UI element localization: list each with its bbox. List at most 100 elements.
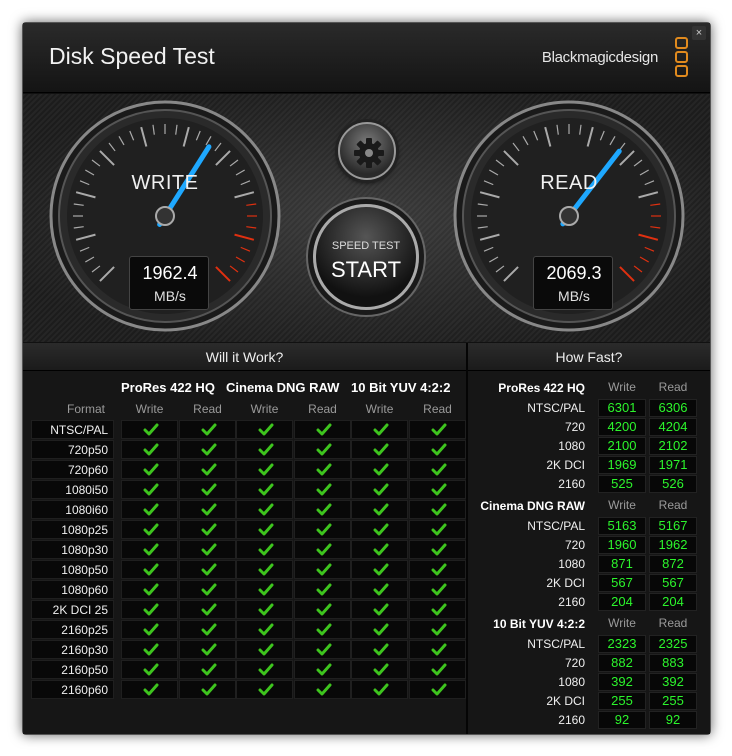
close-button[interactable]: ×	[692, 26, 706, 40]
result-cell	[179, 580, 236, 599]
result-cell	[409, 640, 466, 659]
app-window: Disk Speed Test Blackmagicdesign × WRITE…	[22, 22, 711, 735]
result-cell	[351, 620, 408, 639]
format-label: 1080i60	[65, 503, 108, 517]
result-cell	[121, 460, 178, 479]
checkmark-icon	[431, 683, 447, 696]
format-label: 720p50	[67, 443, 108, 457]
result-cell	[409, 620, 466, 639]
resolution-label: 2K DCI	[546, 576, 585, 590]
format-cell: 1080p30	[31, 540, 114, 559]
table-row: 2160 92 92	[468, 711, 710, 730]
format-label: 1080i50	[65, 483, 108, 497]
checkmark-icon	[316, 443, 332, 456]
read-fps-value: 5167	[649, 517, 697, 535]
write-fps-value: 92	[598, 711, 646, 729]
start-button-label: START	[330, 257, 402, 282]
checkmark-icon	[373, 503, 389, 516]
read-column-header: Read	[658, 380, 688, 394]
read-fps-value: 92	[649, 711, 697, 729]
write-fps-value: 567	[598, 574, 646, 592]
table-row: 2160p50	[23, 660, 466, 679]
result-cell	[179, 540, 236, 559]
checkmark-icon	[258, 543, 274, 556]
checkmark-icon	[258, 503, 274, 516]
result-cell	[351, 460, 408, 479]
result-cell	[236, 560, 293, 579]
table-row: 1080 871 872	[468, 555, 710, 574]
result-cell	[351, 580, 408, 599]
table-row: NTSC/PAL 2323 2325	[468, 635, 710, 654]
checkmark-icon	[143, 483, 159, 496]
format-label: 720p60	[67, 463, 108, 477]
resolution-label: 2160	[558, 595, 585, 609]
format-cell: 720p60	[31, 460, 114, 479]
table-row: 2160 204 204	[468, 593, 710, 612]
format-label: 1080p25	[61, 523, 108, 537]
read-fps-value: 567	[649, 574, 697, 592]
codec-header: ProRes 422 HQ	[498, 381, 585, 395]
table-row: 1080 392 392	[468, 673, 710, 692]
start-button[interactable]: SPEED TEST START	[313, 204, 419, 310]
table-row: NTSC/PAL 5163 5167	[468, 517, 710, 536]
result-cell	[409, 520, 466, 539]
read-fps-value: 6306	[649, 399, 697, 417]
checkmark-icon	[258, 563, 274, 576]
format-label: 1080p30	[61, 543, 108, 557]
result-cell	[179, 660, 236, 679]
checkmark-icon	[431, 643, 447, 656]
will-it-work-panel: Will it Work? ProRes 422 HQ Write Read Cine…	[23, 343, 466, 734]
result-cell	[236, 520, 293, 539]
checkmark-icon	[201, 603, 217, 616]
checkmark-icon	[201, 643, 217, 656]
read-fps-value: 392	[649, 673, 697, 691]
table-row: 2K DCI 567 567	[468, 574, 710, 593]
read-column-header: Read	[658, 616, 688, 630]
checkmark-icon	[201, 663, 217, 676]
checkmark-icon	[431, 543, 447, 556]
table-row: 2160p30	[23, 640, 466, 659]
resolution-label: 1080	[558, 439, 585, 453]
checkmark-icon	[143, 563, 159, 576]
result-cell	[179, 520, 236, 539]
table-row: 2160p60	[23, 680, 466, 699]
result-cell	[179, 420, 236, 439]
result-cell	[294, 440, 351, 459]
write-fps-value: 6301	[598, 399, 646, 417]
checkmark-icon	[201, 523, 217, 536]
write-fps-value: 5163	[598, 517, 646, 535]
result-cell	[236, 640, 293, 659]
write-fps-value: 1960	[598, 536, 646, 554]
checkmark-icon	[316, 603, 332, 616]
result-cell	[179, 600, 236, 619]
result-cell	[409, 600, 466, 619]
format-label: 2160p60	[61, 683, 108, 697]
checkmark-icon	[431, 563, 447, 576]
result-cell	[294, 480, 351, 499]
checkmark-icon	[373, 523, 389, 536]
result-cell	[294, 640, 351, 659]
checkmark-icon	[201, 583, 217, 596]
read-fps-value: 526	[649, 475, 697, 493]
settings-button[interactable]	[338, 122, 396, 180]
result-cell	[121, 680, 178, 699]
title-bar[interactable]: Disk Speed Test Blackmagicdesign ×	[23, 23, 710, 93]
read-speed-unit: MB/s	[558, 288, 590, 304]
checkmark-icon	[143, 603, 159, 616]
checkmark-icon	[431, 603, 447, 616]
result-cell	[179, 440, 236, 459]
checkmark-icon	[373, 443, 389, 456]
checkmark-icon	[258, 683, 274, 696]
checkmark-icon	[316, 423, 332, 436]
read-column-header: Read	[658, 498, 688, 512]
read-gauge-hub	[559, 206, 579, 226]
table-row: 720 4200 4204	[468, 418, 710, 437]
table-row: 720p60	[23, 460, 466, 479]
result-cell	[179, 460, 236, 479]
write-column-header: Write	[608, 498, 636, 512]
result-cell	[294, 660, 351, 679]
checkmark-icon	[201, 503, 217, 516]
result-cell	[121, 620, 178, 639]
read-fps-value: 1971	[649, 456, 697, 474]
result-cell	[294, 520, 351, 539]
